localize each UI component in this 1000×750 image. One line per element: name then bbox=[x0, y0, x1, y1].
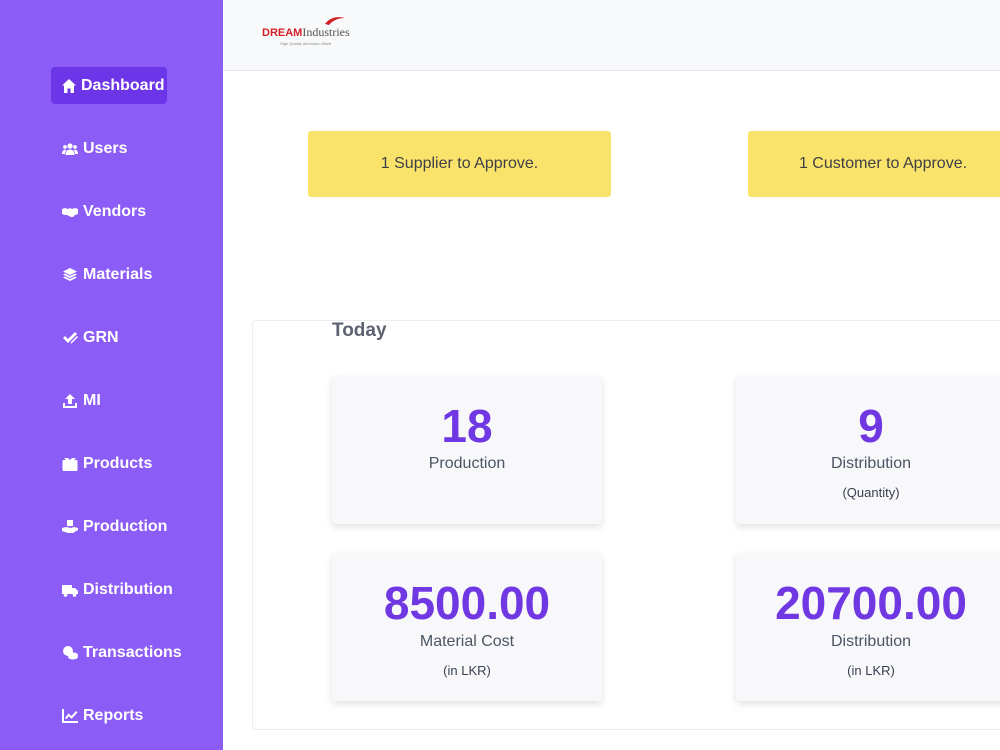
hand-holding-icon bbox=[61, 518, 79, 536]
sidebar-item-label: Vendors bbox=[83, 202, 147, 220]
coins-icon bbox=[61, 644, 79, 662]
sidebar-item-distribution[interactable]: Distribution bbox=[51, 571, 183, 608]
sidebar-item-label: Materials bbox=[83, 265, 153, 283]
distribution-lkr-unit: (in LKR) bbox=[847, 663, 895, 678]
sidebar-item-materials[interactable]: Materials bbox=[51, 256, 162, 293]
production-value: 18 bbox=[441, 400, 493, 452]
layers-icon bbox=[61, 266, 79, 284]
sidebar: Dashboard Users Vendors Materials GRN MI… bbox=[0, 0, 223, 750]
sidebar-item-vendors[interactable]: Vendors bbox=[51, 193, 156, 230]
distribution-quantity-card: 9 Distribution (Quantity) bbox=[736, 376, 1000, 524]
distribution-lkr-label: Distribution bbox=[830, 633, 912, 650]
distribution-quantity-label: Distribution bbox=[830, 455, 912, 472]
upload-icon bbox=[61, 392, 79, 410]
distribution-lkr-card: 20700.00 Distribution (in LKR) bbox=[736, 553, 1000, 701]
sidebar-item-label: Distribution bbox=[83, 580, 173, 598]
check-double-icon bbox=[61, 329, 79, 347]
production-label: Production bbox=[428, 455, 506, 472]
logo-name-part2: Industries bbox=[302, 25, 350, 39]
production-card: 18 Production bbox=[332, 376, 602, 524]
users-icon bbox=[61, 140, 79, 158]
home-icon bbox=[61, 77, 77, 95]
sidebar-item-mi[interactable]: MI bbox=[51, 382, 111, 419]
sidebar-item-label: Production bbox=[83, 517, 168, 535]
sidebar-item-grn[interactable]: GRN bbox=[51, 319, 129, 356]
sidebar-item-production[interactable]: Production bbox=[51, 508, 177, 545]
logo-name-part1: DREAM bbox=[262, 27, 303, 39]
material-cost-unit: (in LKR) bbox=[443, 663, 491, 678]
distribution-lkr-value: 20700.00 bbox=[775, 577, 967, 629]
today-heading: Today bbox=[332, 320, 387, 341]
customer-approval-alert[interactable]: 1 Customer to Approve. bbox=[748, 131, 1000, 197]
sidebar-item-label: Reports bbox=[83, 706, 144, 724]
sidebar-item-transactions[interactable]: Transactions bbox=[51, 634, 192, 671]
logo-tagline: High Quality Aluminum Ware bbox=[280, 41, 332, 46]
sidebar-item-label: Users bbox=[83, 139, 128, 157]
chart-line-icon bbox=[61, 707, 79, 725]
sidebar-item-label: MI bbox=[83, 391, 101, 409]
boxes-icon bbox=[61, 455, 79, 473]
material-cost-label: Material Cost bbox=[419, 633, 515, 650]
distribution-quantity-unit: (Quantity) bbox=[842, 485, 900, 500]
truck-icon bbox=[61, 581, 79, 599]
sidebar-item-label: GRN bbox=[83, 328, 119, 346]
sidebar-item-products[interactable]: Products bbox=[51, 445, 162, 482]
top-bar: DREAMIndustries High Quality Aluminum Wa… bbox=[223, 0, 1000, 71]
material-cost-card: 8500.00 Material Cost (in LKR) bbox=[332, 553, 602, 701]
sidebar-item-label: Products bbox=[83, 454, 153, 472]
supplier-approval-alert[interactable]: 1 Supplier to Approve. bbox=[308, 131, 611, 197]
sidebar-item-dashboard[interactable]: Dashboard bbox=[51, 67, 167, 104]
supplier-approval-text: 1 Supplier to Approve. bbox=[380, 155, 539, 172]
dream-industries-logo[interactable]: DREAMIndustries High Quality Aluminum Wa… bbox=[262, 15, 352, 51]
customer-approval-text: 1 Customer to Approve. bbox=[798, 155, 968, 172]
sidebar-item-label: Dashboard bbox=[81, 76, 165, 94]
sidebar-item-reports[interactable]: Reports bbox=[51, 697, 153, 734]
material-cost-value: 8500.00 bbox=[383, 577, 551, 629]
handshake-icon bbox=[61, 203, 79, 221]
distribution-quantity-value: 9 bbox=[858, 400, 884, 452]
sidebar-item-users[interactable]: Users bbox=[51, 130, 137, 167]
sidebar-item-label: Transactions bbox=[83, 643, 182, 661]
